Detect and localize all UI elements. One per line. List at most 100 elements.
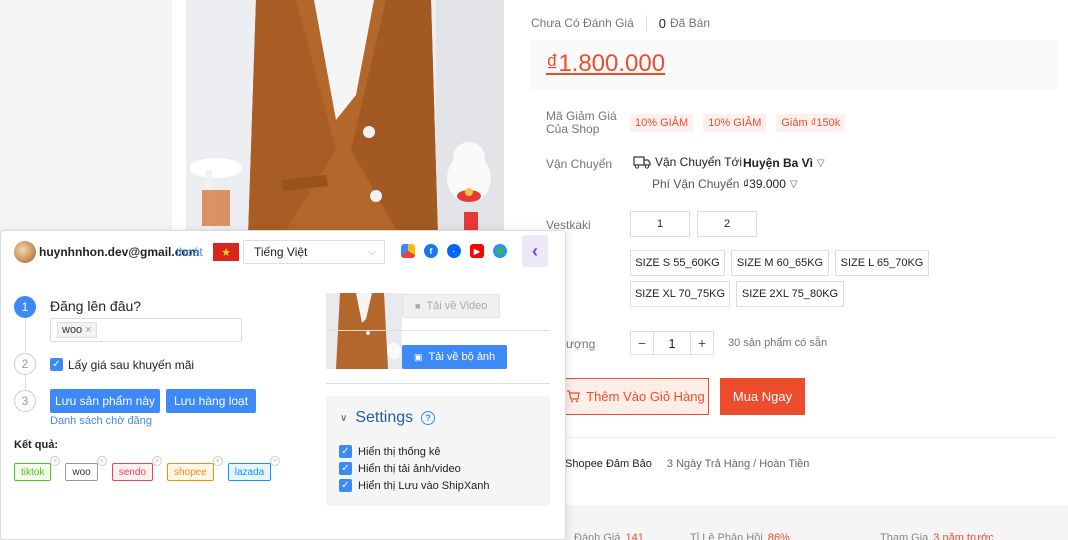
jacket-image	[186, 0, 504, 238]
step-connector	[25, 375, 26, 389]
setting-show-shipxanh[interactable]: ✓ Hiển thị Lưu vào ShipXanh	[339, 479, 490, 492]
chevron-down-icon: ∨	[340, 412, 348, 424]
results-label: Kết quả:	[14, 439, 58, 451]
quantity-increase-button[interactable]: +	[690, 331, 714, 355]
image-icon: ▣	[414, 351, 423, 362]
setting-label: Hiển thị thống kê	[358, 445, 441, 458]
quantity-label: ượng	[566, 337, 596, 351]
cart-icon	[567, 390, 580, 403]
chevron-down-icon: ⌵	[368, 246, 376, 258]
help-icon[interactable]: ?	[421, 411, 436, 425]
step-connector	[25, 318, 26, 352]
shop-stat: Tham Gia 3 năm trước	[880, 532, 994, 540]
result-tag[interactable]: woo ×	[65, 456, 107, 481]
globe-icon[interactable]	[493, 244, 507, 258]
add-to-cart-button[interactable]: Thêm Vào Giỏ Hàng	[562, 378, 709, 415]
quantity-stepper: − 1 +	[630, 331, 714, 355]
language-value: Tiếng Việt	[254, 245, 308, 259]
close-icon[interactable]: ×	[151, 456, 162, 466]
ship-to-selector[interactable]: Huyện Ba Vì ▽	[743, 156, 825, 170]
media-divider	[326, 383, 550, 384]
guarantee-sub: 3 Ngày Trả Hàng / Hoàn Tiền	[666, 458, 810, 470]
product-photo[interactable]	[186, 0, 504, 238]
settings-title: Settings	[355, 409, 414, 426]
result-tag[interactable]: shopee ×	[166, 456, 223, 481]
thumbnail-image	[326, 293, 402, 369]
chevron-down-icon: ▽	[817, 157, 825, 169]
shop-stat: Đánh Giá 141	[574, 532, 644, 540]
setting-checkbox[interactable]: ✓	[339, 479, 352, 492]
shop-stat: Tỉ Lệ Phản Hồi 86%	[690, 532, 790, 540]
variant-option[interactable]: 2	[697, 211, 757, 237]
sold-count: 0	[658, 15, 666, 31]
close-icon[interactable]: ×	[96, 456, 107, 466]
voucher-chip[interactable]: 10% GIẢM	[703, 114, 767, 132]
platform-tag-input[interactable]: woo ×	[50, 318, 242, 342]
result-tag[interactable]: tiktok ×	[14, 456, 61, 481]
sold-label: Đã Bán	[669, 16, 711, 30]
waitlist-link[interactable]: Danh sách chờ đăng	[50, 415, 152, 427]
setting-checkbox[interactable]: ✓	[339, 445, 352, 458]
voucher-list: 10% GIẢM 10% GIẢM Giảm ₫150k	[630, 114, 846, 132]
voucher-label: Mã Giảm Giá Của Shop	[546, 109, 617, 136]
size-option[interactable]: SIZE L 65_70KG	[835, 250, 929, 276]
close-icon[interactable]: ×	[50, 456, 61, 466]
zalo-icon[interactable]: ·	[447, 244, 461, 258]
variant-option[interactable]: 1	[630, 211, 690, 237]
result-tag[interactable]: lazada ×	[227, 456, 281, 481]
rating-label[interactable]: Chưa Có Đánh Giá	[531, 16, 634, 30]
logout-link[interactable]: thoát	[176, 245, 203, 259]
voucher-chip[interactable]: 10% GIẢM	[630, 114, 694, 132]
youtube-icon[interactable]: ▶	[470, 244, 484, 258]
size-option[interactable]: SIZE M 60_65KG	[731, 250, 829, 276]
ship-fee-label: Phí Vận Chuyển	[652, 177, 740, 191]
download-video-button[interactable]: ■ Tải về Video	[402, 294, 501, 318]
ship-to-label: Vận Chuyển Tới	[655, 155, 743, 169]
size-option[interactable]: SIZE XL 70_75KG	[630, 281, 730, 307]
discount-checkbox-label[interactable]: Lấy giá sau khuyến mãi	[68, 358, 194, 372]
media-divider	[326, 330, 550, 331]
ship-to-row: Vận Chuyển Tới	[633, 155, 742, 169]
settings-header[interactable]: ∨ Settings ?	[340, 409, 436, 427]
size-option[interactable]: SIZE S 55_60KG	[630, 250, 725, 276]
size-option[interactable]: SIZE 2XL 75_80KG	[736, 281, 844, 307]
product-thumbnail[interactable]	[326, 293, 402, 369]
ship-fee-selector[interactable]: ₫39.000 ▽	[743, 177, 798, 191]
rainbow-icon[interactable]	[401, 244, 415, 258]
guarantee-label: Shopee Đảm Bảo	[565, 458, 652, 470]
setting-show-stats[interactable]: ✓ Hiển thị thống kê	[339, 445, 441, 458]
avatar	[14, 241, 36, 263]
language-select[interactable]: Tiếng Việt ⌵	[243, 240, 385, 264]
divider	[546, 437, 1056, 438]
discount-checkbox[interactable]: ✓	[50, 358, 63, 371]
download-images-button[interactable]: ▣ Tải về bộ ảnh	[402, 345, 508, 369]
ship-to-value: Huyện Ba Vì	[743, 156, 814, 170]
shop-stats-row: Đánh Giá 141 Tỉ Lệ Phản Hồi 86% Tham Gia 3 …	[574, 532, 994, 540]
platform-chip: woo ×	[57, 322, 97, 338]
shipping-label: Vận Chuyển	[546, 157, 613, 171]
download-images-label: Tải về bộ ảnh	[428, 351, 496, 363]
buy-now-button[interactable]: Mua Ngay	[720, 378, 805, 415]
setting-checkbox[interactable]: ✓	[339, 462, 352, 475]
collapse-panel-button[interactable]: ‹	[522, 235, 548, 267]
ship-fee-value: ₫39.000	[743, 177, 786, 191]
setting-show-download[interactable]: ✓ Hiển thị tải ảnh/video	[339, 462, 461, 475]
save-bulk-button[interactable]: Lưu hàng loạt	[166, 389, 256, 413]
add-to-cart-label: Thêm Vào Giỏ Hàng	[586, 389, 705, 404]
results-list: tiktok × woo × sendo × shopee × lazada ×	[14, 456, 281, 481]
rating-divider	[645, 15, 647, 31]
close-icon[interactable]: ×	[85, 324, 91, 336]
save-product-button[interactable]: Lưu sản phẩm này	[50, 389, 160, 413]
video-icon: ■	[415, 301, 421, 311]
guarantee-row[interactable]: Shopee Đảm Bảo 3 Ngày Trả Hàng / Hoàn Ti…	[565, 458, 809, 470]
close-icon[interactable]: ×	[212, 456, 223, 466]
download-video-label: Tải về Video	[426, 300, 488, 312]
voucher-chip[interactable]: Giảm ₫150k	[776, 114, 846, 132]
quantity-input[interactable]: 1	[654, 331, 690, 355]
result-tag[interactable]: sendo ×	[111, 456, 162, 481]
facebook-icon[interactable]: f	[424, 244, 438, 258]
step-1-indicator: 1	[14, 296, 36, 318]
stock-text: 30 sản phẩm có sẵn	[728, 337, 828, 349]
setting-label: Hiển thị tải ảnh/video	[358, 462, 461, 475]
quantity-decrease-button[interactable]: −	[630, 331, 654, 355]
